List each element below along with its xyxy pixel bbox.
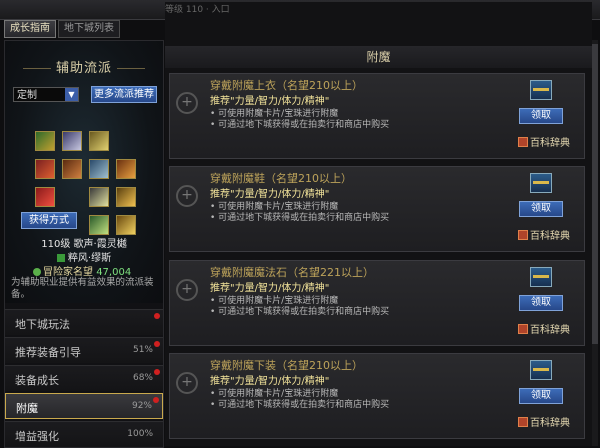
skill-icon[interactable] — [116, 215, 136, 235]
left-panel: 辅助流派 定制 ▼ 更多流派推荐 获得方式 110级 歌声·霞灵樾 粹风·缪斯 … — [4, 40, 164, 448]
chevron-down-icon: ▼ — [65, 88, 78, 101]
card-title: 穿戴附魔魔法石（名望221以上） — [210, 266, 374, 279]
menu-item-label: 推荐装备引导 — [15, 346, 81, 359]
character-name: 110级 歌声·霞灵樾 — [41, 239, 127, 250]
card-line-2: • 可通过地下城获得或在拍卖行和商店中购买 — [210, 120, 390, 130]
encyclopedia-label: 百科辞典 — [530, 231, 570, 242]
menu-item-enchant[interactable]: 附魔 92% — [5, 393, 163, 419]
skill-icon[interactable] — [35, 131, 55, 151]
menu-item-recommended-equipment[interactable]: 推荐装备引导 51% — [5, 337, 163, 363]
book-icon — [518, 324, 528, 334]
card-recommend: 推荐"力量/智力/体力/精神" — [210, 189, 330, 200]
card-title: 穿戴附魔鞋（名望210以上） — [210, 172, 352, 185]
build-panel: 辅助流派 定制 ▼ 更多流派推荐 获得方式 110级 歌声·霞灵樾 粹风·缪斯 … — [5, 41, 163, 303]
claim-button[interactable]: 领取 — [519, 295, 563, 311]
skill-icon[interactable] — [62, 159, 82, 179]
section-title: 附魔 — [165, 46, 592, 68]
menu-item-label: 装备成长 — [15, 374, 59, 387]
menu-item-percent: 92% — [131, 401, 152, 411]
build-title: 辅助流派 — [5, 57, 163, 76]
card-recommend: 推荐"力量/智力/体力/精神" — [210, 283, 330, 294]
menu-item-percent: 51% — [132, 345, 153, 355]
encyclopedia-link[interactable]: 百科辞典 — [518, 227, 570, 242]
enchant-card: + 穿戴附魔上衣（名望210以上） 推荐"力量/智力/体力/精神" • 可使用附… — [169, 73, 585, 159]
add-slot-icon[interactable]: + — [176, 372, 198, 394]
skill-icon[interactable] — [89, 131, 109, 151]
card-line-2: • 可通过地下城获得或在拍卖行和商店中购买 — [210, 213, 390, 223]
skill-icon[interactable] — [89, 159, 109, 179]
build-description: 为辅助职业提供有益效果的流派装备。 — [11, 277, 154, 300]
skill-icon[interactable] — [89, 187, 109, 207]
skill-icon[interactable] — [35, 159, 55, 179]
enchant-card: + 穿戴附魔魔法石（名望221以上） 推荐"力量/智力/体力/精神" • 可使用… — [169, 260, 585, 346]
title-bar: 成长/装备指南 等级 110 · 入口 — [0, 0, 600, 408]
encyclopedia-label: 百科辞典 — [530, 418, 570, 429]
top-tabs: 成长指南 地下城列表 — [4, 20, 120, 38]
acquire-method-button[interactable]: 获得方式 — [21, 212, 77, 229]
menu-item-dungeon-play[interactable]: 地下城玩法 — [5, 309, 163, 335]
more-builds-button[interactable]: 更多流派推荐 — [91, 86, 157, 103]
add-slot-icon[interactable]: + — [176, 185, 198, 207]
alert-dot-icon — [154, 341, 160, 347]
add-slot-icon[interactable]: + — [176, 279, 198, 301]
alert-dot-icon — [154, 369, 160, 375]
treasure-chest-icon — [530, 173, 552, 193]
card-line-2: • 可通过地下城获得或在拍卖行和商店中购买 — [210, 307, 390, 317]
skill-icon[interactable] — [35, 187, 55, 207]
scrollbar[interactable] — [592, 40, 598, 446]
encyclopedia-label: 百科辞典 — [530, 138, 570, 149]
fame-row: 冒险家名望 47,004 — [33, 263, 131, 278]
menu-item-percent: 100% — [127, 429, 153, 439]
claim-button[interactable]: 领取 — [519, 388, 563, 404]
alert-dot-icon — [154, 313, 160, 319]
skill-icon[interactable] — [116, 187, 136, 207]
card-recommend: 推荐"力量/智力/体力/精神" — [210, 376, 330, 387]
scrollbar-thumb[interactable] — [592, 44, 598, 344]
build-select[interactable]: 定制 ▼ — [13, 87, 79, 102]
content-panel: 附魔 + 穿戴附魔上衣（名望210以上） 推荐"力量/智力/体力/精神" • 可… — [165, 40, 592, 446]
skill-icon[interactable] — [116, 159, 136, 179]
character-server: 粹风·缪斯 — [5, 249, 163, 264]
encyclopedia-label: 百科辞典 — [530, 325, 570, 336]
card-title: 穿戴附魔上衣（名望210以上） — [210, 79, 363, 92]
claim-button[interactable]: 领取 — [519, 201, 563, 217]
server-icon — [56, 254, 65, 262]
encyclopedia-link[interactable]: 百科辞典 — [518, 414, 570, 429]
menu-item-buff-enhance[interactable]: 增益强化 100% — [5, 421, 163, 447]
treasure-chest-icon — [530, 80, 552, 100]
card-line-2: • 可通过地下城获得或在拍卖行和商店中购买 — [210, 400, 390, 410]
treasure-chest-icon — [530, 267, 552, 287]
menu-item-percent: 68% — [132, 373, 153, 383]
tab-growth-guide[interactable]: 成长指南 — [4, 20, 56, 38]
menu-item-equipment-growth[interactable]: 装备成长 68% — [5, 365, 163, 391]
claim-button[interactable]: 领取 — [519, 108, 563, 124]
menu-item-label: 附魔 — [16, 402, 38, 415]
book-icon — [518, 230, 528, 240]
card-title: 穿戴附魔下装（名望210以上） — [210, 359, 363, 372]
build-select-value: 定制 — [17, 90, 37, 101]
card-recommend: 推荐"力量/智力/体力/精神" — [210, 96, 330, 107]
encyclopedia-link[interactable]: 百科辞典 — [518, 134, 570, 149]
tab-dungeon-list[interactable]: 地下城列表 — [58, 20, 120, 38]
menu-item-label: 地下城玩法 — [15, 318, 70, 331]
add-slot-icon[interactable]: + — [176, 92, 198, 114]
enchant-card: + 穿戴附魔鞋（名望210以上） 推荐"力量/智力/体力/精神" • 可使用附魔… — [169, 166, 585, 252]
fame-icon — [33, 268, 41, 276]
book-icon — [518, 417, 528, 427]
menu-item-label: 增益强化 — [15, 430, 59, 443]
alert-dot-icon — [153, 397, 159, 403]
skill-icon[interactable] — [62, 131, 82, 151]
encyclopedia-link[interactable]: 百科辞典 — [518, 321, 570, 336]
treasure-chest-icon — [530, 360, 552, 380]
book-icon — [518, 137, 528, 147]
enchant-card: + 穿戴附魔下装（名望210以上） 推荐"力量/智力/体力/精神" • 可使用附… — [169, 353, 585, 439]
skill-icon[interactable] — [89, 215, 109, 235]
